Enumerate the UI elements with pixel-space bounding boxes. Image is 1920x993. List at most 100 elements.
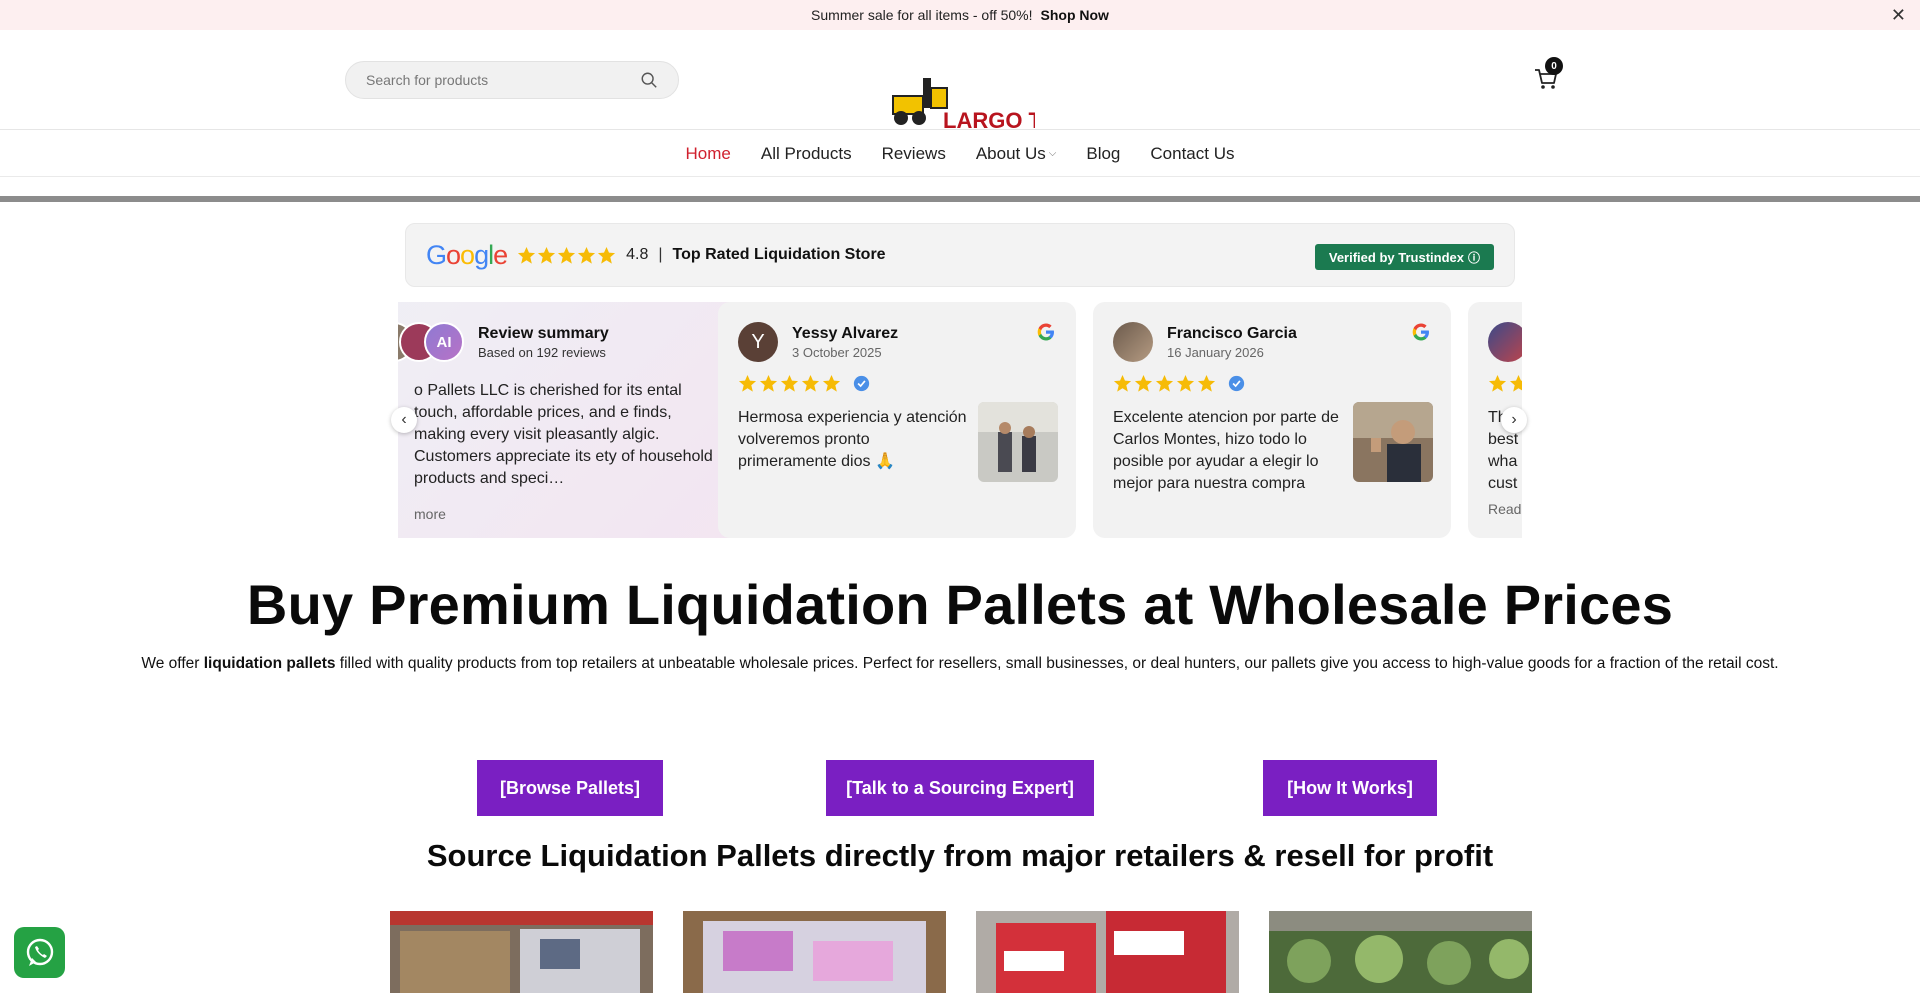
verified-badge[interactable]: Verified by Trustindex ⓘ xyxy=(1314,244,1494,270)
review-photo[interactable] xyxy=(978,402,1058,482)
separator: | xyxy=(658,246,663,263)
whatsapp-button[interactable] xyxy=(14,927,65,978)
star-icon xyxy=(1113,374,1132,392)
review-stars xyxy=(738,374,1056,393)
summary-count: Based on 192 reviews xyxy=(478,344,606,360)
carousel-next-button[interactable]: › xyxy=(1501,407,1527,433)
review-card[interactable]: Y Yessy Alvarez 3 October 2025 Hermosa e… xyxy=(718,302,1076,538)
review-date: 16 January 2026 xyxy=(1167,344,1264,360)
cart-button[interactable]: 0 xyxy=(1533,57,1563,96)
hero-description-start: We offer xyxy=(141,655,204,672)
nav-item-about-us[interactable]: About Us ⌵ xyxy=(961,144,1072,164)
search-icon[interactable] xyxy=(640,71,658,89)
product-tile[interactable] xyxy=(390,911,653,993)
nav-item-about-us-label: About Us xyxy=(975,143,1046,163)
shop-now-link[interactable]: Shop Now xyxy=(1041,7,1109,23)
star-icon xyxy=(780,374,799,392)
star-icon xyxy=(1197,374,1216,392)
chevron-right-icon: › xyxy=(1511,411,1517,428)
star-icon xyxy=(822,374,841,392)
star-icon xyxy=(578,246,596,264)
trust-title: Top Rated Liquidation Store xyxy=(672,246,886,263)
reviewer-name: Francisco Garcia xyxy=(1167,324,1297,342)
review-summary-card[interactable]: AI Review summary Based on 192 reviews o… xyxy=(398,302,742,538)
nav-item-home[interactable]: Home xyxy=(671,144,746,164)
google-g-icon xyxy=(1412,323,1429,341)
search-bar[interactable] xyxy=(345,61,679,99)
avatar xyxy=(1488,322,1522,362)
pallet-photo xyxy=(1269,911,1532,993)
review-photo-image xyxy=(1353,402,1433,482)
product-tile[interactable] xyxy=(976,911,1239,993)
section-title: Source Liquidation Pallets directly from… xyxy=(426,838,1494,873)
how-it-works-button[interactable]: [How It Works] xyxy=(1263,760,1437,816)
carousel-prev-button[interactable]: ‹ xyxy=(391,407,417,433)
forklift-logo-icon: LARGO T xyxy=(892,78,1035,130)
site-logo[interactable]: LARGO T xyxy=(885,74,1035,130)
read-more-link[interactable]: more xyxy=(414,506,722,522)
review-card[interactable]: Francisco Garcia 16 January 2026 Excelen… xyxy=(1093,302,1451,538)
pallet-photo xyxy=(683,911,946,993)
star-icon xyxy=(759,374,778,392)
review-stars xyxy=(1488,374,1522,393)
summary-title: Review summary xyxy=(478,324,609,342)
nav-item-reviews[interactable]: Reviews xyxy=(867,144,961,164)
review-photo-image xyxy=(978,402,1058,482)
star-icon xyxy=(738,374,757,392)
star-icon xyxy=(1509,374,1522,392)
review-text: Hermosa experiencia y atención volveremo… xyxy=(738,409,967,470)
star-icon xyxy=(1488,374,1507,392)
trustindex-header: Google 4.8 | Top Rated Liquidation Store… xyxy=(405,223,1515,287)
google-logo: Google xyxy=(426,239,508,270)
chevron-left-icon: ‹ xyxy=(401,411,407,428)
nav-item-all-products[interactable]: All Products xyxy=(746,144,867,164)
google-logo-g: G xyxy=(426,239,447,270)
announcement-text: Summer sale for all items - off 50%! xyxy=(811,7,1033,23)
chevron-down-icon: ⌵ xyxy=(1048,148,1057,159)
verified-label: Verified by Trustindex xyxy=(1328,249,1464,265)
star-icon xyxy=(598,246,616,264)
announcement-bar: Summer sale for all items - off 50%! Sho… xyxy=(0,0,1920,30)
summary-text: o Pallets LLC is cherished for its ental… xyxy=(414,382,713,487)
nav-item-contact-us[interactable]: Contact Us xyxy=(1135,144,1249,164)
review-photo[interactable] xyxy=(1353,402,1433,482)
search-input[interactable] xyxy=(366,72,640,88)
read-more-link[interactable]: Read xyxy=(1488,501,1522,517)
google-g-icon xyxy=(1037,323,1054,341)
info-icon: ⓘ xyxy=(1467,250,1480,265)
review-text: Excelente atencion por parte de Carlos M… xyxy=(1113,409,1339,492)
star-icon xyxy=(558,246,576,264)
browse-pallets-button[interactable]: [Browse Pallets] xyxy=(477,760,663,816)
review-date: 3 October 2025 xyxy=(792,344,882,360)
star-icon xyxy=(1155,374,1174,392)
product-tile[interactable] xyxy=(1269,911,1532,993)
avatar: Y xyxy=(738,322,778,362)
verified-check-icon xyxy=(1228,375,1245,392)
hero-description-bold: liquidation pallets xyxy=(203,655,336,672)
reviewer-name: Yessy Alvarez xyxy=(792,324,899,342)
talk-to-expert-button[interactable]: [Talk to a Sourcing Expert] xyxy=(826,760,1094,816)
ai-avatar: AI xyxy=(424,322,464,362)
main-nav: Home All Products Reviews About Us ⌵ Blog… xyxy=(0,131,1920,177)
svg-text:LARGO T: LARGO T xyxy=(943,108,1035,130)
star-icon xyxy=(1176,374,1195,392)
hero-title: Buy Premium Liquidation Pallets at Whole… xyxy=(246,573,1674,636)
avatar xyxy=(1113,322,1153,362)
close-icon[interactable]: ✕ xyxy=(1891,5,1906,26)
verified-check-icon xyxy=(853,375,870,392)
rating-stars xyxy=(517,246,616,265)
reviews-carousel: AI Review summary Based on 192 reviews o… xyxy=(398,302,1522,538)
pallet-photo xyxy=(390,911,653,993)
site-header: LARGO T 0 xyxy=(0,30,1920,130)
nav-item-blog[interactable]: Blog xyxy=(1071,144,1135,164)
rating-value: 4.8 xyxy=(626,246,649,263)
review-stars xyxy=(1113,374,1431,393)
star-icon xyxy=(518,246,536,264)
section-divider xyxy=(0,196,1920,202)
star-icon xyxy=(538,246,556,264)
whatsapp-icon xyxy=(26,938,53,966)
pallet-photo xyxy=(976,911,1239,993)
hero-description-end: filled with quality products from top re… xyxy=(335,655,1779,672)
product-tile[interactable] xyxy=(683,911,946,993)
hero-description: We offer liquidation pallets filled with… xyxy=(0,655,1920,673)
